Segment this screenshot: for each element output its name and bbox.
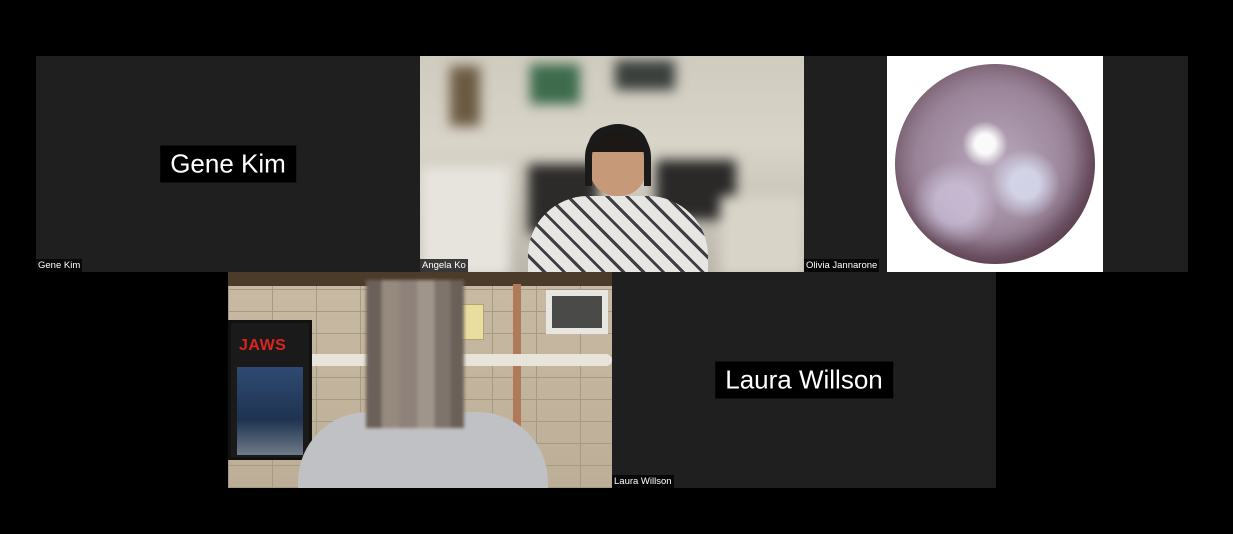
blurred-face [366,280,464,428]
poster-title: JAWS [239,337,287,354]
headphones [585,124,651,186]
participant-name-label: Angela Ko [420,259,468,272]
crystal-ball-image [895,64,1095,264]
participant-name-label: Laura Willson [612,475,674,488]
video-tile-participant[interactable]: JAWS [228,272,612,488]
participant-name-label: Olivia Jannarone [804,259,880,272]
video-feed: JAWS [228,272,612,488]
video-tile-angela-ko[interactable]: Angela Ko [420,56,804,272]
profile-picture [887,56,1103,272]
video-tile-olivia-jannarone[interactable]: Olivia Jannarone [804,56,1188,272]
participant-name-label: Gene Kim [36,259,83,272]
person-sweater [528,196,708,272]
participant-name-card: Laura Willson [715,361,893,399]
basement-window [546,290,608,334]
video-tile-gene-kim[interactable]: Gene Kim Gene Kim [36,56,420,272]
participant-name-card: Gene Kim [160,145,296,183]
movie-poster: JAWS [228,320,312,460]
video-feed [420,56,804,272]
video-tile-laura-willson[interactable]: Laura Willson Laura Willson [612,272,996,488]
